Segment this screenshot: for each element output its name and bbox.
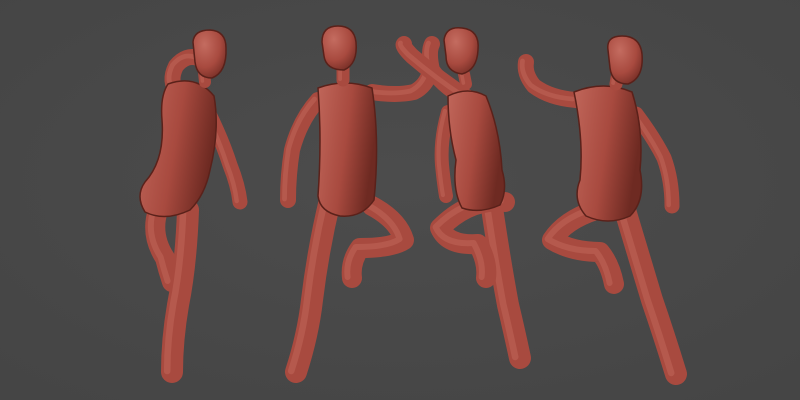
mannequin-head — [443, 27, 479, 75]
mannequin-torso — [317, 82, 378, 217]
3d-viewport[interactable] — [0, 0, 800, 400]
mannequin-head — [607, 35, 643, 85]
mannequin-head — [321, 25, 357, 71]
viewport-background — [0, 0, 800, 400]
mannequin-head — [192, 29, 227, 79]
render-scene — [0, 0, 800, 400]
mannequin-torso — [573, 85, 643, 222]
